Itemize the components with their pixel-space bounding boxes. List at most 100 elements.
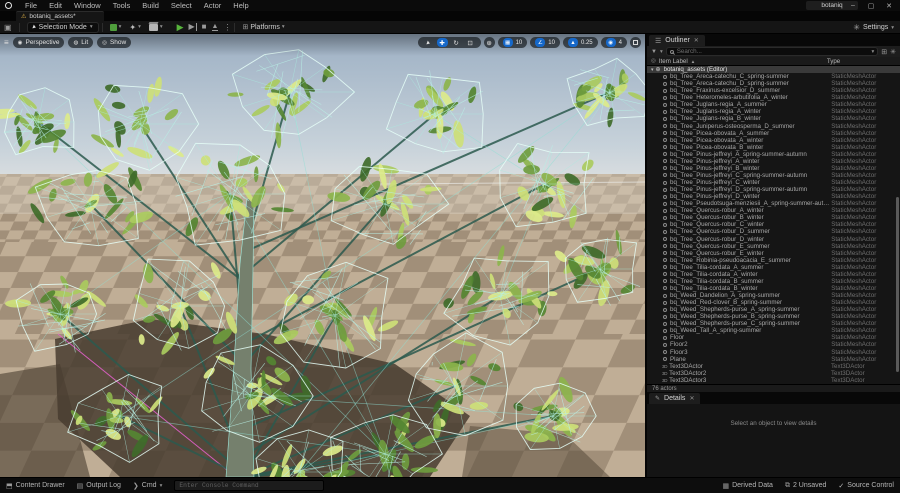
menu-window[interactable]: Window [69, 0, 106, 11]
settings-dropdown[interactable]: ✳ Settings ▾ [853, 21, 894, 34]
expand-arrow-icon[interactable]: ▾ [651, 67, 654, 73]
outliner-row[interactable]: bq_Tree_Picea-obovata_A_summer StaticMesh… [647, 130, 900, 137]
rotation-snap-control[interactable]: ∠ 10 [530, 37, 560, 48]
outliner-row[interactable]: bq_Weed_Tall_A_spring-summer StaticMeshAc… [647, 327, 900, 334]
close-icon[interactable]: ✕ [689, 395, 694, 402]
outliner-row[interactable]: bq_Tree_Quercus-robur_D_winter StaticMesh… [647, 236, 900, 243]
menu-select[interactable]: Select [166, 0, 197, 11]
play-button[interactable]: ▶ [177, 22, 184, 32]
selection-mode-dropdown[interactable]: Selection Mode ▾ [26, 21, 99, 33]
outliner-row[interactable]: bq_Tree_Quercus-robur_E_winter StaticMesh… [647, 250, 900, 257]
scale-tool-button[interactable]: ⊡ [465, 38, 476, 47]
outliner-row[interactable]: Plane StaticMeshActor [647, 356, 900, 363]
tab-botaniq-assets[interactable]: ⚠ botaniq_assets* [16, 11, 104, 21]
menu-help[interactable]: Help [228, 0, 253, 11]
blueprints-dropdown[interactable]: ✦ ▾ [125, 21, 144, 34]
stop-button[interactable]: ■ [202, 23, 207, 31]
outliner-row[interactable]: bq_Tree_Quercus-robur_D_summer StaticMesh… [647, 228, 900, 235]
outliner-row[interactable]: bq_Tree_Quercus-robur_A_winter StaticMesh… [647, 207, 900, 214]
outliner-row[interactable]: bq_Tree_Picea-obovata_B_winter StaticMesh… [647, 144, 900, 151]
show-flags-dropdown[interactable]: ◎ Show [97, 37, 132, 48]
outliner-settings-gear-icon[interactable]: ✳ [890, 48, 896, 56]
cmd-dropdown[interactable]: ❯ Cmd ▾ [127, 478, 168, 493]
viewport-menu-icon[interactable]: ≡ [4, 38, 9, 47]
outliner-row[interactable]: 3D Text3DActor3 Text3DActor [647, 377, 900, 384]
outliner-row[interactable]: bq_Tree_Pinus-jeffreyi_D_spring-summer-a… [647, 186, 900, 193]
outliner-row[interactable]: bq_Tree_Areca-catechu_C_spring-summer Sta… [647, 73, 900, 80]
rotate-tool-button[interactable]: ↻ [451, 38, 462, 47]
outliner-row[interactable]: Floor2 StaticMeshActor [647, 341, 900, 348]
filter-icon[interactable]: ▼ [651, 49, 657, 55]
menu-actor[interactable]: Actor [199, 0, 227, 11]
outliner-row[interactable]: bq_Tree_Pinus-jeffreyi_A_spring-summer-a… [647, 151, 900, 158]
outliner-row[interactable]: bq_Tree_Pinus-jeffreyi_C_spring-summer-a… [647, 172, 900, 179]
outliner-row[interactable]: bq_Tree_Tilia-cordata_B_winter StaticMesh… [647, 285, 900, 292]
outliner-row[interactable]: bq_Tree_Pinus-jeffreyi_C_winter StaticMes… [647, 179, 900, 186]
level-viewport[interactable]: ≡ ◉ Perspective ◍ Lit ◎ Show ✚ ↻ ⊡ ⊕ ▦ 1… [0, 34, 645, 477]
outliner-row[interactable]: bq_Weed_Red-clover_B_spring-summer Static… [647, 299, 900, 306]
outliner-row[interactable]: 3D Text3DActor2 Text3DActor [647, 370, 900, 377]
translate-tool-button[interactable]: ✚ [436, 38, 448, 47]
outliner-row[interactable]: bq_Tree_Quercus-robur_C_winter StaticMesh… [647, 221, 900, 228]
outliner-row[interactable]: bq_Tree_Areca-catechu_D_spring-summer Sta… [647, 80, 900, 87]
view-mode-dropdown[interactable]: ◍ Lit [68, 37, 94, 48]
outliner-row[interactable]: bq_Tree_Heteromeles-arbutifolia_A_winter… [647, 94, 900, 101]
outliner-row[interactable]: bq_Tree_Quercus-robur_E_summer StaticMesh… [647, 243, 900, 250]
outliner-row[interactable]: bq_Tree_Tilia-cordata_A_summer StaticMesh… [647, 264, 900, 271]
outliner-row[interactable]: bq_Weed_Shepherds-purse_C_spring-summer S… [647, 320, 900, 327]
minimize-button[interactable]: – [848, 2, 858, 9]
menu-file[interactable]: File [20, 0, 42, 11]
add-actor-dropdown[interactable]: ▾ [106, 21, 126, 34]
perspective-dropdown[interactable]: ◉ Perspective [12, 37, 65, 48]
outliner-row[interactable]: bq_Tree_Tilia-cordata_A_winter StaticMesh… [647, 271, 900, 278]
source-control-button[interactable]: ✓ Source Control [832, 478, 900, 493]
console-command-input[interactable] [179, 482, 320, 489]
tab-outliner[interactable]: ☰ Outliner ✕ [649, 35, 705, 46]
unsaved-button[interactable]: ⧉ 2 Unsaved [779, 478, 832, 493]
grid-snap-control[interactable]: ▦ 10 [497, 37, 528, 48]
outliner-row[interactable]: bq_Weed_Dandelion_A_spring-summer StaticM… [647, 292, 900, 299]
outliner-root-row[interactable]: ▾ ⊕ botaniq_assets (Editor) [647, 66, 900, 74]
platforms-dropdown[interactable]: ⊞ Platforms ▾ [238, 21, 288, 34]
world-local-toggle[interactable]: ⊕ [483, 37, 495, 48]
derived-data-button[interactable]: ▦ Derived Data [716, 478, 778, 493]
outliner-row[interactable]: bq_Weed_Shepherds-purse_B_spring-summer S… [647, 313, 900, 320]
menu-build[interactable]: Build [137, 0, 164, 11]
tab-details[interactable]: ✎ Details ✕ [649, 393, 701, 404]
content-drawer-button[interactable]: ⬒ Content Drawer [0, 478, 71, 493]
visibility-eye-icon[interactable]: ◎ [651, 58, 656, 64]
outliner-row[interactable]: bq_Tree_Robinia-pseudoacacia_E_summer Sta… [647, 257, 900, 264]
maximize-button[interactable]: ▢ [866, 2, 876, 10]
new-folder-icon[interactable]: ⊞ [881, 48, 887, 56]
close-icon[interactable]: ✕ [694, 37, 699, 44]
save-button[interactable]: ▣ [0, 21, 16, 34]
eject-button[interactable]: ▲ [211, 23, 219, 31]
outliner-row[interactable]: bq_Tree_Juglans-regia_A_winter StaticMesh… [647, 108, 900, 115]
menu-edit[interactable]: Edit [44, 0, 67, 11]
outliner-row[interactable]: bq_Tree_Pinus-jeffreyi_D_winter StaticMes… [647, 193, 900, 200]
select-tool-button[interactable] [423, 38, 434, 47]
column-item-label[interactable]: Item Label ▲ [659, 58, 827, 65]
skip-button[interactable]: ▶ [189, 23, 197, 31]
close-button[interactable]: ✕ [884, 2, 894, 10]
outliner-row[interactable]: bq_Tree_Quercus-robur_B_winter StaticMesh… [647, 214, 900, 221]
camera-speed-control[interactable]: ◉ 4 [600, 37, 627, 48]
outliner-row[interactable]: bq_Tree_Picea-obovata_A_winter StaticMesh… [647, 137, 900, 144]
outliner-row[interactable]: 3D Text3DActor Text3DActor [647, 363, 900, 370]
maximize-viewport-button[interactable] [630, 37, 641, 48]
outliner-row[interactable]: bq_Tree_Fraxinus-excelsior_D_summer Stati… [647, 87, 900, 94]
output-log-button[interactable]: ▤ Output Log [71, 478, 127, 493]
outliner-row[interactable]: bq_Tree_Pseudotsuga-menziesii_A_spring-s… [647, 200, 900, 207]
menu-tools[interactable]: Tools [108, 0, 136, 11]
play-options-kebab-icon[interactable]: ⋮ [223, 23, 231, 32]
outliner-scrollbar[interactable] [896, 197, 899, 372]
column-type[interactable]: Type [827, 58, 840, 65]
outliner-row[interactable]: Floor StaticMeshActor [647, 334, 900, 341]
outliner-row[interactable]: Floor3 StaticMeshActor [647, 349, 900, 356]
outliner-row[interactable]: bq_Tree_Pinus-jeffreyi_A_winter StaticMes… [647, 158, 900, 165]
outliner-row[interactable]: bq_Tree_Juglans-regia_B_winter StaticMesh… [647, 115, 900, 122]
outliner-row[interactable]: bq_Tree_Juniperus-osteosperma_D_summer St… [647, 123, 900, 130]
cinematics-dropdown[interactable]: ▾ [145, 21, 167, 34]
search-input[interactable] [676, 48, 869, 55]
outliner-row[interactable]: bq_Tree_Pinus-jeffreyi_B_winter StaticMes… [647, 165, 900, 172]
